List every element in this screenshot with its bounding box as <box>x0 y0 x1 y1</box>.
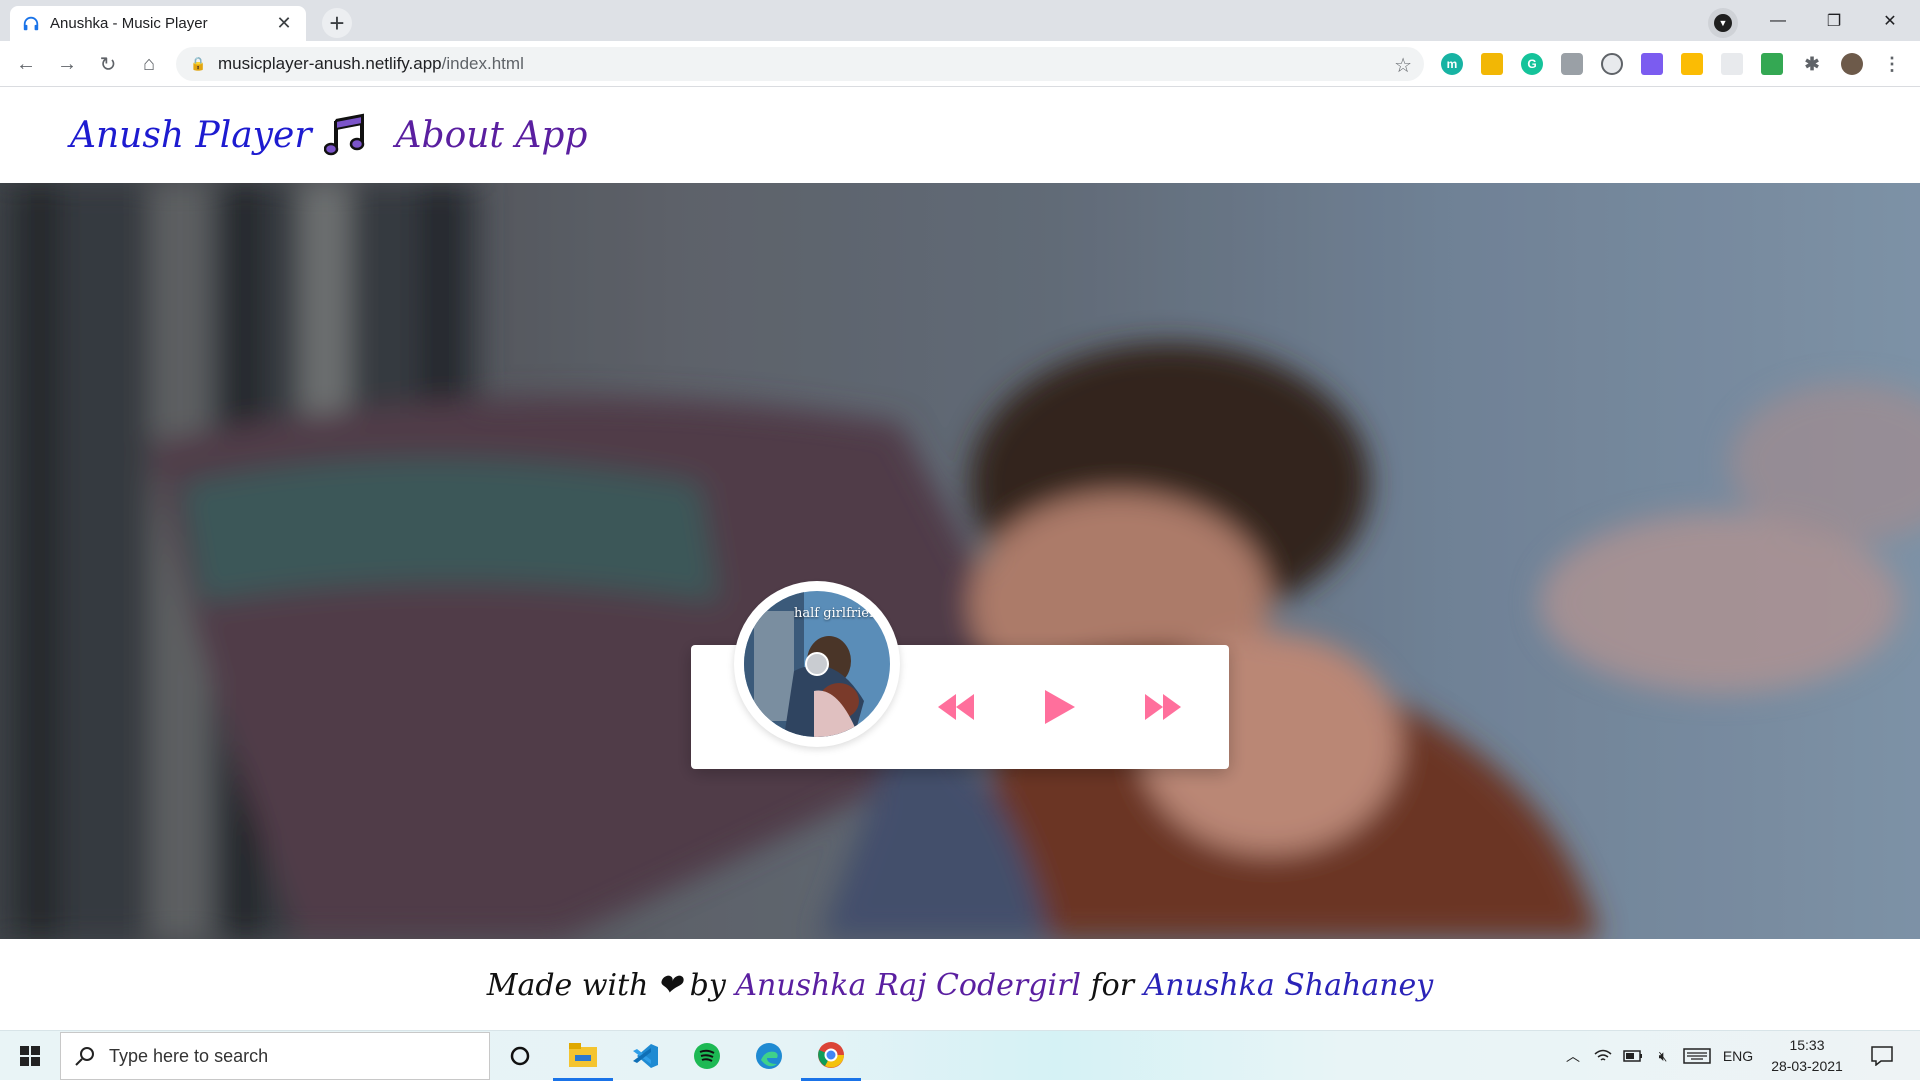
bookmark-star-icon[interactable]: ☆ <box>1394 53 1412 78</box>
forward-icon[interactable]: → <box>51 48 83 80</box>
grammarly-icon[interactable]: G <box>1521 53 1543 75</box>
tab-title: Anushka - Music Player <box>50 15 208 32</box>
extension-purple-icon[interactable] <box>1641 53 1663 75</box>
extension-green-icon[interactable] <box>1761 53 1783 75</box>
restore-button[interactable]: ❐ <box>1806 0 1862 41</box>
extension-m-icon[interactable]: m <box>1441 53 1463 75</box>
clock-time: 15:33 <box>1789 1037 1825 1053</box>
footer-recipient: Anushka Shahaney <box>1143 967 1434 1003</box>
previous-button[interactable] <box>931 685 981 729</box>
next-button[interactable] <box>1138 685 1188 729</box>
chrome-icon[interactable] <box>801 1031 861 1081</box>
wifi-icon[interactable] <box>1590 1031 1616 1081</box>
extension-yellow-icon[interactable] <box>1481 53 1503 75</box>
notifications-icon[interactable] <box>1862 1031 1902 1081</box>
edge-icon[interactable] <box>739 1031 799 1081</box>
tab-search-button[interactable]: ▼ <box>1708 8 1738 38</box>
cortana-icon[interactable] <box>490 1031 550 1081</box>
lock-icon: 🔒 <box>190 56 207 71</box>
file-explorer-icon[interactable] <box>553 1031 613 1081</box>
browser-tab[interactable]: Anushka - Music Player ✕ <box>10 6 306 41</box>
search-placeholder: Type here to search <box>109 1045 269 1066</box>
album-art-title: half girlfriend <box>794 606 886 621</box>
site-navbar: Anush Player About App <box>0 88 1920 182</box>
camera-icon[interactable] <box>1561 53 1583 75</box>
headphones-icon <box>23 16 39 30</box>
url-host: musicplayer-anush.netlify.app <box>218 54 442 73</box>
menu-icon[interactable]: ⋮ <box>1881 53 1903 75</box>
chevron-down-icon: ▼ <box>1714 14 1732 32</box>
vscode-icon[interactable] <box>615 1031 675 1081</box>
browser-toolbar: ← → ↻ ⌂ 🔒 musicplayer-anush.netlify.app /… <box>0 41 1920 87</box>
taskbar-search-box[interactable]: Type here to search <box>60 1032 490 1080</box>
heart-icon: ❤ <box>656 967 682 1003</box>
system-clock[interactable]: 15:33 28-03-2021 <box>1762 1035 1852 1077</box>
album-art: half girlfriend <box>744 591 890 737</box>
site-footer: Made with ❤ by Anushka Raj Codergirl for A… <box>0 940 1920 1030</box>
hero-photo <box>0 183 1920 939</box>
music-player-card: half girlfriend <box>691 581 1229 769</box>
close-window-button[interactable]: ✕ <box>1862 0 1918 41</box>
address-bar[interactable]: 🔒 musicplayer-anush.netlify.app/index.ht… <box>176 47 1424 81</box>
footer-for: for <box>1090 967 1135 1003</box>
album-disc: half girlfriend <box>734 581 900 747</box>
about-app-link[interactable]: About App <box>396 115 588 156</box>
extension-glasses-icon[interactable] <box>1601 53 1623 75</box>
new-tab-button[interactable]: + <box>322 8 352 38</box>
footer-made-with: Made with <box>486 967 649 1003</box>
rewind-icon <box>938 694 974 720</box>
footer-by: by <box>689 967 726 1003</box>
windows-logo-icon <box>20 1046 40 1066</box>
play-icon <box>1045 690 1075 724</box>
tab-strip: Anushka - Music Player ✕ + ▼ — ❐ ✕ <box>0 0 1920 41</box>
minimize-button[interactable]: — <box>1750 0 1806 41</box>
reload-icon[interactable]: ↻ <box>92 48 124 80</box>
footer-credit: Made with ❤ by Anushka Raj Codergirl for A… <box>487 968 1434 1003</box>
profile-avatar[interactable] <box>1841 53 1863 75</box>
show-hidden-icons-chevron-icon[interactable]: ︿ <box>1560 1031 1586 1081</box>
fast-forward-icon <box>1145 694 1181 720</box>
keyboard-icon[interactable] <box>1680 1031 1714 1081</box>
volume-muted-icon[interactable]: 🔇︎ <box>1650 1031 1676 1081</box>
language-indicator[interactable]: ENG <box>1718 1031 1758 1081</box>
windows-taskbar: Type here to search ︿ 🔇︎ ENG 15:33 28-03… <box>0 1030 1920 1081</box>
close-tab-icon[interactable]: ✕ <box>274 13 294 34</box>
extension-pencil-icon[interactable] <box>1681 53 1703 75</box>
disc-center-hole <box>805 652 829 676</box>
play-button[interactable] <box>1035 685 1085 729</box>
brand-link[interactable]: Anush Player <box>70 115 312 156</box>
windows-start-button[interactable] <box>0 1031 60 1081</box>
battery-icon[interactable] <box>1620 1031 1646 1081</box>
back-icon[interactable]: ← <box>10 48 42 80</box>
home-icon[interactable]: ⌂ <box>133 48 165 80</box>
url-path: /index.html <box>441 54 524 73</box>
footer-author: Anushka Raj Codergirl <box>735 967 1082 1003</box>
puzzle-icon[interactable]: ✱ <box>1801 53 1823 75</box>
spotify-icon[interactable] <box>677 1031 737 1081</box>
hero-background: half girlfriend <box>0 183 1920 939</box>
extension-grey-icon[interactable] <box>1721 53 1743 75</box>
music-note-icon <box>323 113 364 156</box>
page: Anush Player About App half girlfriend M… <box>0 88 1920 1030</box>
search-icon <box>75 1047 94 1066</box>
clock-date: 28-03-2021 <box>1771 1058 1843 1074</box>
